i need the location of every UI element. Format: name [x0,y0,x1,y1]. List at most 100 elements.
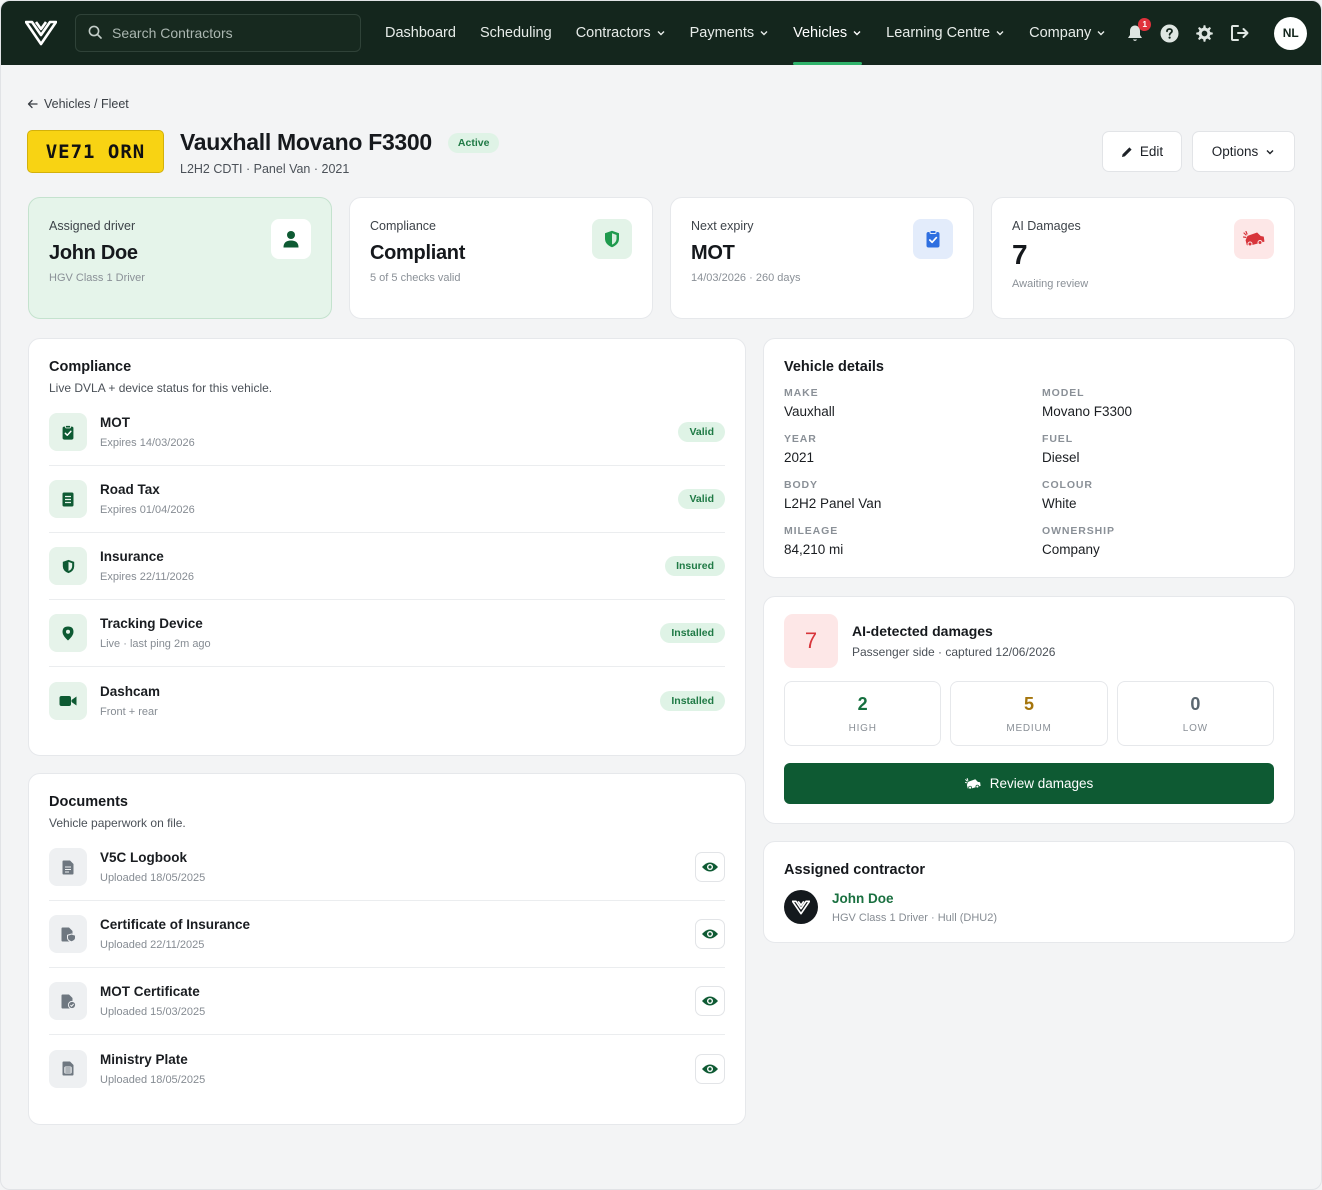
panel-title: Documents [49,794,128,810]
list-item[interactable]: Road Tax Expires 01/04/2026 Valid [49,466,725,533]
list-item: Certificate of Insurance Uploaded 22/11/… [49,901,725,968]
logout-icon[interactable] [1229,23,1250,44]
detail-value: Movano F3300 [1042,404,1133,419]
severity-label: MEDIUM [1006,722,1052,734]
eye-icon [702,996,718,1006]
file-icon [49,848,87,886]
detail-label: YEAR [784,433,817,445]
chevron-down-icon [1097,31,1105,36]
ai-damages-panel: 7 AI-detected damages Passenger side · c… [763,596,1295,824]
documents-panel: Documents Vehicle paperwork on file. V5C… [28,773,746,1125]
nav-label: Vehicles [793,25,848,41]
row-title: V5C Logbook [100,850,187,865]
view-document-button[interactable] [695,852,725,882]
clipboard-check-icon [49,413,87,451]
compliance-panel: Compliance Live DVLA + device status for… [28,338,746,756]
arrow-left-icon [27,99,38,109]
vehicle-details-panel: Vehicle details MAKE Vauxhall MODEL Movano… [763,338,1295,578]
detail-label: BODY [784,479,818,491]
detail-mileage: MILEAGE 84,210 mi [784,525,1042,557]
bell-icon[interactable]: 1 [1124,17,1152,44]
severity-count: 0 [1190,693,1201,714]
detail-label: COLOUR [1042,479,1093,491]
detail-year: YEAR 2021 [784,433,1042,465]
stat-card-compliance[interactable]: Compliance Compliant 5 of 5 checks valid [349,197,653,319]
nav-label: Dashboard [385,25,456,41]
detail-make: MAKE Vauxhall [784,387,1042,419]
vehicle-subtitle: L2H2 CDTI · Panel Van · 2021 [180,162,350,176]
view-document-button[interactable] [695,1053,725,1084]
detail-value: 84,210 mi [784,542,844,557]
stat-card-expiry[interactable]: Next expiry MOT 14/03/2026 · 260 days [670,197,974,319]
status-pill: Installed [660,690,725,711]
list-item[interactable]: Dashcam Front + rear Installed [49,667,725,734]
nav-company[interactable]: Company [1017,1,1118,65]
row-title: Certificate of Insurance [100,917,251,932]
nav-dashboard[interactable]: Dashboard [373,1,468,65]
brand-logo[interactable] [25,18,59,48]
breadcrumb[interactable]: Vehicles / Fleet [27,97,129,111]
nav-label: Contractors [575,25,651,41]
chevron-down-icon [657,31,665,36]
panel-title: AI-detected damages [852,623,993,639]
nav-vehicles[interactable]: Vehicles [781,1,874,65]
chevron-down-icon [996,31,1004,36]
stat-sub: HGV Class 1 Driver [49,272,145,284]
row-sub: Uploaded 18/05/2025 [100,872,206,884]
eye-icon [702,862,718,872]
severity-high[interactable]: 2 HIGH [784,681,942,746]
stat-card-ai-damages[interactable]: AI Damages 7 Awaiting review [991,197,1295,319]
detail-colour: COLOUR White [1042,479,1282,511]
car-crash-icon [1234,219,1274,259]
severity-low[interactable]: 0 LOW [1116,681,1274,746]
nav-label: Company [1029,25,1092,41]
stat-card-driver[interactable]: Assigned driver John Doe HGV Class 1 Dri… [28,197,332,319]
severity-medium[interactable]: 5 MEDIUM [950,681,1108,746]
nav-learning-centre[interactable]: Learning Centre [874,1,1017,65]
row-sub: Uploaded 22/11/2025 [100,939,205,951]
edit-button[interactable]: Edit [1102,131,1182,172]
page-title: Vauxhall Movano F3300 [180,129,432,155]
list-item[interactable]: MOT Expires 14/03/2026 Valid [49,399,725,466]
status-badge: Active [447,132,500,153]
chevron-down-icon [853,31,861,36]
row-sub: Front + rear [100,705,158,718]
panel-title: Compliance [49,359,132,375]
nav-scheduling[interactable]: Scheduling [468,1,564,65]
detail-ownership: OWNERSHIP Company [1042,525,1282,557]
assigned-contractor-panel: Assigned contractor John Doe HGV Class 1… [763,841,1295,943]
nav-payments[interactable]: Payments [678,1,781,65]
search-icon [88,25,102,42]
nav-contractors[interactable]: Contractors [564,1,678,65]
list-item: Ministry Plate Uploaded 18/05/2025 [49,1035,725,1102]
detail-value: White [1042,496,1077,511]
contractor-name-link[interactable]: John Doe [832,891,997,906]
nav-label: Payments [689,25,755,41]
detail-label: MILEAGE [784,525,839,537]
options-label: Options [1211,144,1259,159]
options-button[interactable]: Options [1192,131,1295,172]
gear-icon[interactable] [1194,23,1215,44]
user-icon [271,219,311,259]
view-document-button[interactable] [695,919,725,949]
panel-desc: Passenger side · captured 12/06/2026 [852,645,1056,659]
row-sub: Uploaded 15/03/2025 [100,1006,206,1018]
review-damages-button[interactable]: Review damages [784,763,1274,804]
list-item[interactable]: Insurance Expires 22/11/2026 Insured [49,533,725,600]
detail-value: 2021 [784,450,815,465]
row-title: Tracking Device [100,616,203,631]
registration-plate: VE71 ORN [27,130,164,173]
view-document-button[interactable] [695,986,725,1016]
details-grid: MAKE Vauxhall MODEL Movano F3300 YEAR 2021 … [784,387,1274,557]
status-pill: Installed [660,623,725,643]
file-lines-icon [49,1049,87,1088]
search-input[interactable] [112,25,332,41]
detail-label: MAKE [784,387,819,399]
list-item[interactable]: Tracking Device Live · last ping 2m ago … [49,600,725,667]
user-avatar[interactable]: NL [1274,16,1308,50]
detail-model: MODEL Movano F3300 [1042,387,1282,419]
detail-fuel: FUEL Diesel [1042,433,1282,465]
status-pill: Insured [665,556,725,576]
row-title: Dashcam [100,683,161,699]
help-icon[interactable] [1159,23,1180,44]
